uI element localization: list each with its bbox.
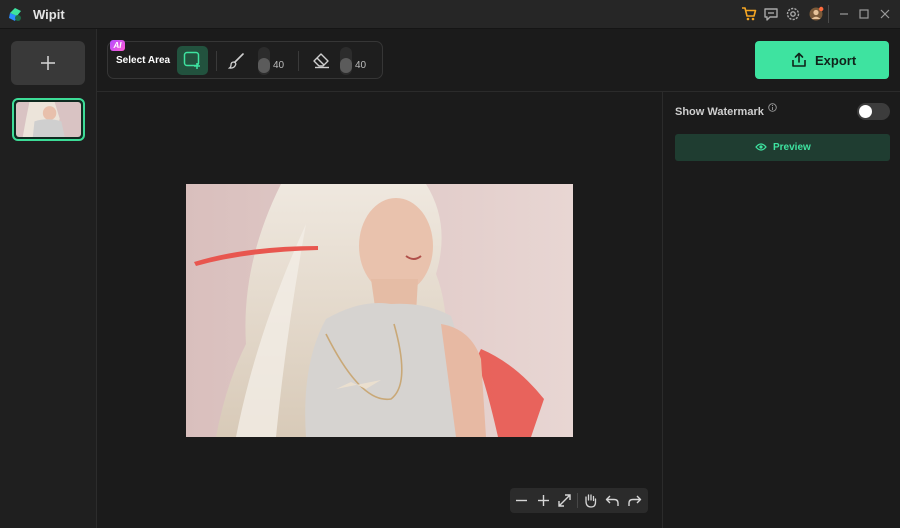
image-sidebar xyxy=(0,29,97,528)
export-button[interactable]: Export xyxy=(755,41,889,79)
select-area-icon xyxy=(183,51,200,69)
zoom-toolbar xyxy=(510,488,648,513)
watermark-toggle[interactable] xyxy=(857,103,890,120)
toolbar-divider xyxy=(298,51,299,71)
canvas-image[interactable] xyxy=(186,184,573,437)
feedback-icon[interactable] xyxy=(763,6,779,22)
info-icon[interactable] xyxy=(768,103,777,112)
redo-icon[interactable] xyxy=(626,492,643,509)
app-logo-icon xyxy=(9,8,21,21)
brush-size-slider-knob[interactable] xyxy=(258,58,270,73)
titlebar-divider xyxy=(828,5,829,23)
export-label: Export xyxy=(815,53,857,68)
ai-badge: AI xyxy=(110,40,125,51)
title-bar: Wipit xyxy=(0,0,900,29)
cart-icon[interactable] xyxy=(741,6,757,22)
add-image-button[interactable] xyxy=(11,41,85,85)
app-title: Wipit xyxy=(33,7,65,22)
eraser-icon[interactable] xyxy=(312,52,331,69)
eraser-size-slider-knob[interactable] xyxy=(340,58,352,73)
avatar-icon[interactable] xyxy=(808,6,824,22)
select-area-button[interactable] xyxy=(177,46,208,75)
eye-icon xyxy=(755,143,767,151)
hand-pan-icon[interactable] xyxy=(582,492,599,509)
thumbnail-preview xyxy=(16,102,81,137)
brush-size-slider[interactable] xyxy=(258,47,270,75)
eraser-size-slider[interactable] xyxy=(340,47,352,75)
image-thumbnail[interactable] xyxy=(12,98,85,141)
brush-size-value: 40 xyxy=(273,60,285,71)
zoom-toolbar-divider xyxy=(577,493,578,508)
preview-button[interactable]: Preview xyxy=(675,134,890,161)
fit-screen-icon[interactable] xyxy=(556,492,573,509)
show-watermark-label: Show Watermark xyxy=(675,106,764,118)
zoom-out-icon[interactable] xyxy=(513,492,530,509)
select-area-label: Select Area xyxy=(116,55,171,66)
toggle-knob xyxy=(859,105,872,118)
eraser-size-value: 40 xyxy=(355,60,367,71)
right-panel: Show Watermark Preview xyxy=(662,92,900,528)
plus-icon xyxy=(41,56,55,70)
preview-label: Preview xyxy=(773,142,811,153)
edit-toolbar: AI Select Area 40 40 xyxy=(107,40,383,79)
minimize-icon[interactable] xyxy=(836,6,852,22)
export-icon xyxy=(792,52,806,67)
undo-icon[interactable] xyxy=(604,492,621,509)
toolbar-divider xyxy=(216,51,217,71)
maximize-icon[interactable] xyxy=(856,6,872,22)
settings-icon[interactable] xyxy=(785,6,801,22)
zoom-in-icon[interactable] xyxy=(535,492,552,509)
brush-icon[interactable] xyxy=(228,52,246,70)
close-icon[interactable] xyxy=(877,6,893,22)
